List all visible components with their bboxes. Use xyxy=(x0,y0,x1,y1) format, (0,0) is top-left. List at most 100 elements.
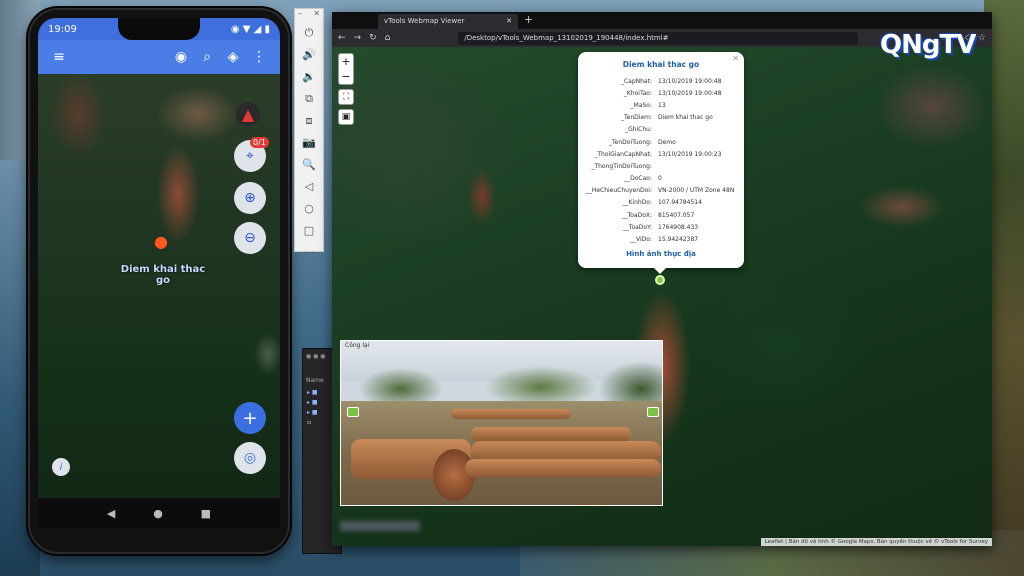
camera-icon[interactable]: ◉ xyxy=(168,44,194,70)
status-time: 19:09 xyxy=(48,23,77,35)
popup-row-label: __ToaDoX: xyxy=(621,211,652,219)
popup-row-value: 0 xyxy=(658,175,662,183)
volume-up-button[interactable]: 🔊 xyxy=(302,45,316,64)
more-button[interactable]: ⋯ xyxy=(304,243,315,262)
gps-count-badge: 0/1 xyxy=(250,137,269,148)
browser-tab-bar: vTools Webmap Viewer ✕ + xyxy=(332,12,992,29)
info-icon[interactable]: i xyxy=(52,458,70,476)
popup-row: _TenDoiTuong: Demo xyxy=(584,136,738,148)
add-button[interactable]: + xyxy=(234,402,266,434)
popup-row-label: _GhiChu: xyxy=(625,126,652,134)
bookmark-star-icon[interactable]: ☆ xyxy=(978,33,986,43)
layers-icon[interactable]: ▣ xyxy=(338,109,354,125)
map-attribution: Leaflet | Bản đồ vệ tinh © Google Maps, … xyxy=(760,538,992,546)
popup-row-label: _ThongTinDoiTuong: xyxy=(591,162,652,170)
rotate-left-button[interactable]: ⧉ xyxy=(305,89,313,108)
popup-row-value: Diem khai thac go xyxy=(658,114,713,122)
zoom-button[interactable]: 🔍 xyxy=(302,155,316,174)
status-icons: ◉ ▼ ◢ ▮ xyxy=(230,23,270,35)
photo-next-icon[interactable] xyxy=(647,407,659,417)
zoom-in-button[interactable]: ⊕ xyxy=(234,182,266,214)
folder-icon[interactable]: ▸ ■ xyxy=(307,409,318,416)
popup-row-label: _CapNhat: xyxy=(620,77,652,85)
zoom-control: + − xyxy=(338,53,354,85)
phone-navigation-bar: ◀ ● ■ xyxy=(38,498,280,528)
popup-row-label: __KinhDo: xyxy=(622,199,652,207)
browser-tab[interactable]: vTools Webmap Viewer ✕ xyxy=(378,14,518,29)
popup-row-label: __DoCao: xyxy=(624,175,652,183)
field-photo-link[interactable]: Hình ảnh thực địa xyxy=(584,250,738,258)
file-icon[interactable]: ▫ xyxy=(307,419,311,426)
zoom-out-button[interactable]: ⊖ xyxy=(234,222,266,254)
recents-button[interactable]: ■ xyxy=(201,507,211,520)
popup-row-label: _TenDoiTuong: xyxy=(609,138,652,146)
back-icon[interactable]: ← xyxy=(338,33,346,43)
home-icon[interactable]: ⌂ xyxy=(385,33,391,43)
minimize-icon[interactable]: – xyxy=(298,9,302,21)
popup-row: _CapNhat: 13/10/2019 19:00:48 xyxy=(584,75,738,87)
map-marker[interactable] xyxy=(655,275,665,285)
field-photo[interactable]: Công lại xyxy=(340,340,663,506)
forward-icon[interactable]: → xyxy=(354,33,362,43)
photo-log xyxy=(451,409,571,419)
reload-icon[interactable]: ↻ xyxy=(369,33,377,43)
home-button[interactable]: ● xyxy=(153,507,163,520)
folder-icon[interactable]: ▸ ■ xyxy=(307,399,318,406)
popup-row-label: __ViDo: xyxy=(630,236,652,244)
popup-row: _ThoiGianCapNhat: 13/10/2019 19:00:23 xyxy=(584,148,738,160)
power-button[interactable]: ⏻ xyxy=(305,23,314,42)
close-tab-icon[interactable]: ✕ xyxy=(506,17,512,26)
close-icon[interactable]: ✕ xyxy=(732,54,739,63)
emulator-window-controls: – ✕ xyxy=(295,9,323,21)
location-pin-icon[interactable]: ● xyxy=(154,232,168,251)
phone-map[interactable] xyxy=(38,74,280,506)
phone-app-bar: ≡ ◉ ⌕ ◈ ⋮ xyxy=(38,40,280,74)
popup-row: __DoCao: 0 xyxy=(584,173,738,185)
home-button[interactable]: ○ xyxy=(304,199,314,218)
popup-row-label: __ToaDoY: xyxy=(622,223,652,231)
marker-label: Diem khai thac go xyxy=(120,264,206,286)
layers-icon[interactable]: ◈ xyxy=(220,44,246,70)
popup-row-value: 13/10/2019 19:00:23 xyxy=(658,150,722,158)
new-tab-icon[interactable]: + xyxy=(524,13,533,26)
search-icon[interactable]: ⌕ xyxy=(194,44,220,70)
satellite-map[interactable]: + − ⛶ ▣ ✕ Diem khai thac go _CapNhat: 13/… xyxy=(332,47,992,546)
popup-row-value: 13 xyxy=(658,101,666,109)
popup-row: _MaSo: 13 xyxy=(584,99,738,111)
overview-button[interactable]: □ xyxy=(304,221,314,240)
popup-row-label: _ThoiGianCapNhat: xyxy=(594,150,652,158)
my-location-button[interactable]: ◎ xyxy=(234,442,266,474)
more-vert-icon[interactable]: ⋮ xyxy=(246,44,272,70)
popup-row-label: __HeChieuChuyenDoi: xyxy=(585,187,652,195)
photo-log xyxy=(471,441,661,461)
back-button[interactable]: ◁ xyxy=(305,177,313,196)
popup-row: _ThongTinDoiTuong: xyxy=(584,160,738,172)
blurred-text xyxy=(340,521,420,531)
browser-window: vTools Webmap Viewer ✕ + ← → ↻ ⌂ /Deskto… xyxy=(332,12,992,546)
phone-notch xyxy=(118,18,200,40)
popup-row: __ToaDoX: 815407.057 xyxy=(584,209,738,221)
fullscreen-icon[interactable]: ⛶ xyxy=(338,89,354,105)
back-button[interactable]: ◀ xyxy=(107,507,115,520)
photo-prev-icon[interactable] xyxy=(347,407,359,417)
zoom-out-button[interactable]: − xyxy=(341,70,350,83)
popup-title: Diem khai thac go xyxy=(622,60,700,69)
volume-down-button[interactable]: 🔉 xyxy=(302,67,316,86)
popup-row-value: 15.94242387 xyxy=(658,236,699,244)
menu-icon[interactable]: ≡ xyxy=(46,44,72,70)
emulator-toolbar: – ✕ ⏻ 🔊 🔉 ⧉ ⧈ 📷 🔍 ◁ ○ □ ⋯ xyxy=(294,8,324,259)
popup-row-label: _MaSo: xyxy=(630,101,652,109)
screenshot-button[interactable]: 📷 xyxy=(302,133,316,152)
zoom-in-button[interactable]: + xyxy=(341,55,350,68)
popup-row: _KhoiTao: 13/10/2019 19:00:48 xyxy=(584,87,738,99)
close-icon[interactable]: ✕ xyxy=(313,9,320,21)
photo-title: Công lại xyxy=(345,342,370,349)
folder-icon[interactable]: ▸ ■ xyxy=(307,389,318,396)
address-bar[interactable]: /Desktop/vTools_Webmap_13102019_190448/i… xyxy=(458,31,859,45)
popup-row: _GhiChu: xyxy=(584,124,738,136)
rotate-right-button[interactable]: ⧈ xyxy=(306,111,313,130)
finder-column-header: Name xyxy=(306,377,324,384)
compass-icon[interactable]: ▲ xyxy=(236,102,260,126)
popup-row: __ViDo: 15.94242387 xyxy=(584,233,738,245)
window-controls: ● ● ● xyxy=(306,353,326,360)
